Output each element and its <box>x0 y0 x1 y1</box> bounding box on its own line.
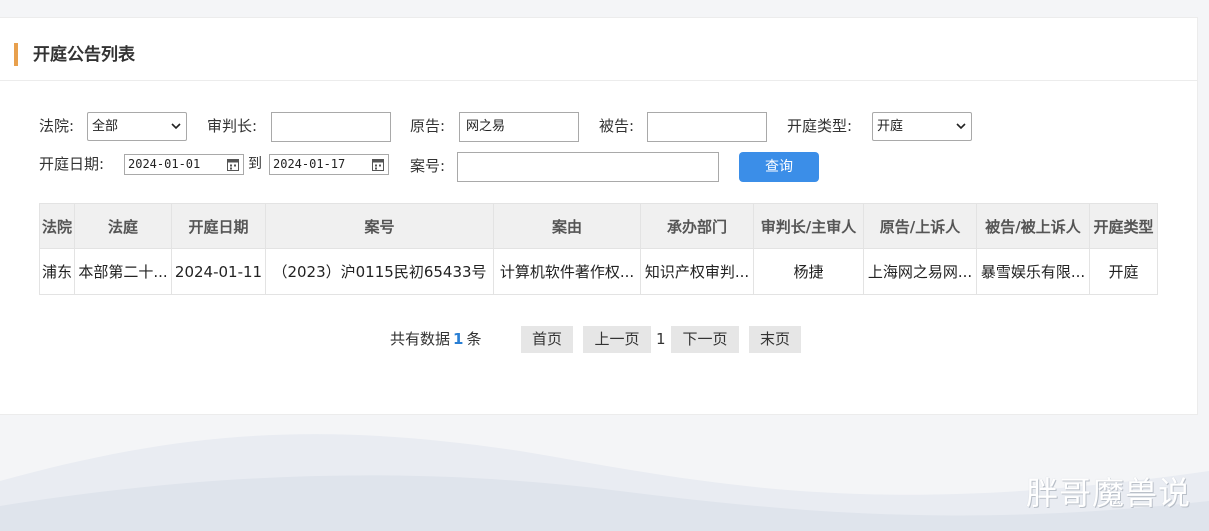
table-cell: （2023）沪0115民初65433号 <box>265 248 495 295</box>
date-to-input[interactable]: 2024-01-17 <box>269 154 389 175</box>
table-cell: 上海网之易网... <box>863 248 978 295</box>
next-page-button[interactable]: 下一页 <box>671 326 739 353</box>
chevron-down-icon <box>171 123 181 130</box>
table-cell: 本部第二十... <box>74 248 173 295</box>
total-suffix: 条 <box>466 330 482 348</box>
table-cell: 暴雪娱乐有限... <box>976 248 1091 295</box>
column-header: 开庭日期 <box>171 203 267 249</box>
court-select[interactable]: 全部 <box>87 112 187 141</box>
pagination: 共有数据 1 条 首页 上一页 1 下一页 末页 <box>0 326 1198 353</box>
table-cell: 计算机软件著作权... <box>493 248 642 295</box>
table-row[interactable]: 浦东 本部第二十... 2024-01-11 （2023）沪0115民初6543… <box>38 248 1159 295</box>
table-cell: 开庭 <box>1089 248 1159 295</box>
column-header: 开庭类型 <box>1089 203 1159 249</box>
date-from-value: 2024-01-01 <box>128 157 201 171</box>
column-header: 被告/被上诉人 <box>976 203 1091 249</box>
court-select-value: 全部 <box>92 119 119 134</box>
column-header: 案由 <box>493 203 642 249</box>
judge-label: 审判长: <box>207 117 258 135</box>
table-cell: 2024-01-11 <box>171 248 267 295</box>
calendar-icon[interactable] <box>372 158 384 171</box>
hearing-type-label: 开庭类型: <box>787 117 853 135</box>
panel-header: 开庭公告列表 <box>0 18 1197 81</box>
court-notice-panel: 开庭公告列表 法院: 全部 审判长: 原告: 网之易 被告: 开庭类型: 开庭 … <box>0 17 1198 415</box>
case-number-input[interactable] <box>457 152 719 182</box>
table-cell: 杨捷 <box>753 248 865 295</box>
court-label: 法院: <box>39 117 75 135</box>
hearing-type-value: 开庭 <box>877 119 904 134</box>
judge-input[interactable] <box>271 112 391 142</box>
watermark-text: 胖哥魔兽说 <box>1025 474 1191 512</box>
column-header: 承办部门 <box>640 203 755 249</box>
date-to-value: 2024-01-17 <box>273 157 346 171</box>
hearing-date-label: 开庭日期: <box>39 155 105 173</box>
total-records: 共有数据 1 条 <box>390 326 481 353</box>
plaintiff-label: 原告: <box>410 117 446 135</box>
hearing-type-select[interactable]: 开庭 <box>872 112 972 141</box>
table-header-row: 法院 法庭 开庭日期 案号 案由 承办部门 审判长/主审人 原告/上诉人 被告/… <box>38 203 1159 249</box>
total-prefix: 共有数据 <box>390 330 451 348</box>
defendant-label: 被告: <box>599 117 635 135</box>
last-page-button[interactable]: 末页 <box>749 326 801 353</box>
column-header: 审判长/主审人 <box>753 203 865 249</box>
calendar-icon[interactable] <box>227 158 239 171</box>
first-page-button[interactable]: 首页 <box>521 326 573 353</box>
chevron-down-icon <box>956 123 966 130</box>
total-count: 1 <box>453 330 464 348</box>
column-header: 法庭 <box>74 203 173 249</box>
date-from-input[interactable]: 2024-01-01 <box>124 154 244 175</box>
column-header: 原告/上诉人 <box>863 203 978 249</box>
column-header: 案号 <box>265 203 495 249</box>
table-cell: 浦东 <box>38 248 76 295</box>
page-title: 开庭公告列表 <box>33 45 135 65</box>
query-button[interactable]: 查询 <box>739 152 819 182</box>
plaintiff-input[interactable]: 网之易 <box>459 112 579 142</box>
case-number-label: 案号: <box>410 157 446 175</box>
title-accent-bar <box>14 43 18 66</box>
date-range-separator: 到 <box>248 156 262 172</box>
current-page: 1 <box>656 330 666 348</box>
results-table: 法院 法庭 开庭日期 案号 案由 承办部门 审判长/主审人 原告/上诉人 被告/… <box>38 203 1159 295</box>
prev-page-button[interactable]: 上一页 <box>583 326 651 353</box>
defendant-input[interactable] <box>647 112 767 142</box>
table-cell: 知识产权审判... <box>640 248 755 295</box>
column-header: 法院 <box>38 203 76 249</box>
